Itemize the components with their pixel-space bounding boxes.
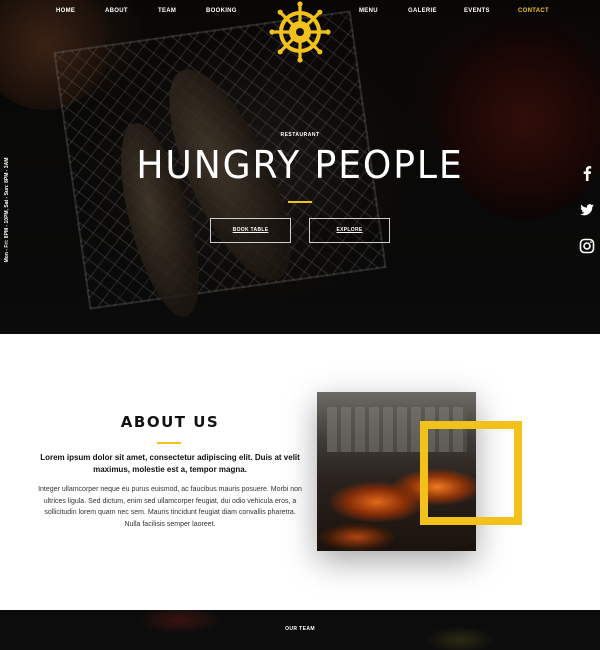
nav-galerie[interactable]: GALERIE bbox=[408, 8, 437, 14]
hero-title: HUNGRY PEOPLE bbox=[136, 143, 464, 187]
about-body: Integer ullamcorper neque eu purus euism… bbox=[38, 486, 302, 528]
about-divider bbox=[157, 442, 181, 444]
team-section: OUR TEAM bbox=[0, 610, 600, 650]
nav-booking[interactable]: BOOKING bbox=[206, 8, 237, 14]
explore-button[interactable]: EXPLORE bbox=[309, 218, 390, 243]
twitter-icon[interactable] bbox=[578, 201, 596, 219]
about-title: ABOUT US bbox=[120, 413, 220, 431]
nav-menu[interactable]: MENU bbox=[359, 8, 378, 14]
decorative-frame bbox=[420, 421, 522, 525]
instagram-icon[interactable] bbox=[578, 237, 596, 255]
opening-hours-text: Mon - Fri: 8PM - 10PM, Sat - Sun: 8PM - … bbox=[4, 157, 10, 263]
opening-hours: Mon - Fri: 8PM - 10PM, Sat - Sun: 8PM - … bbox=[2, 155, 12, 265]
team-label: OUR TEAM bbox=[285, 626, 315, 632]
hero-section: HOME ABOUT TEAM BOOKING MENU GALERIE EVE… bbox=[0, 0, 600, 334]
nav-team[interactable]: TEAM bbox=[158, 8, 176, 14]
about-section: ABOUT US Lorem ipsum dolor sit amet, con… bbox=[0, 334, 600, 610]
nav-home[interactable]: HOME bbox=[56, 8, 75, 14]
about-lead: Lorem ipsum dolor sit amet, consectetur … bbox=[40, 453, 300, 474]
nav-events[interactable]: EVENTS bbox=[464, 8, 490, 14]
nav-contact[interactable]: CONTACT bbox=[518, 8, 549, 14]
hero-divider bbox=[288, 201, 312, 203]
nav-about[interactable]: ABOUT bbox=[105, 8, 128, 14]
ship-wheel-icon[interactable] bbox=[268, 0, 332, 64]
hero-kicker: RESTAURANT bbox=[280, 132, 320, 138]
book-table-button[interactable]: BOOK TABLE bbox=[210, 218, 291, 243]
